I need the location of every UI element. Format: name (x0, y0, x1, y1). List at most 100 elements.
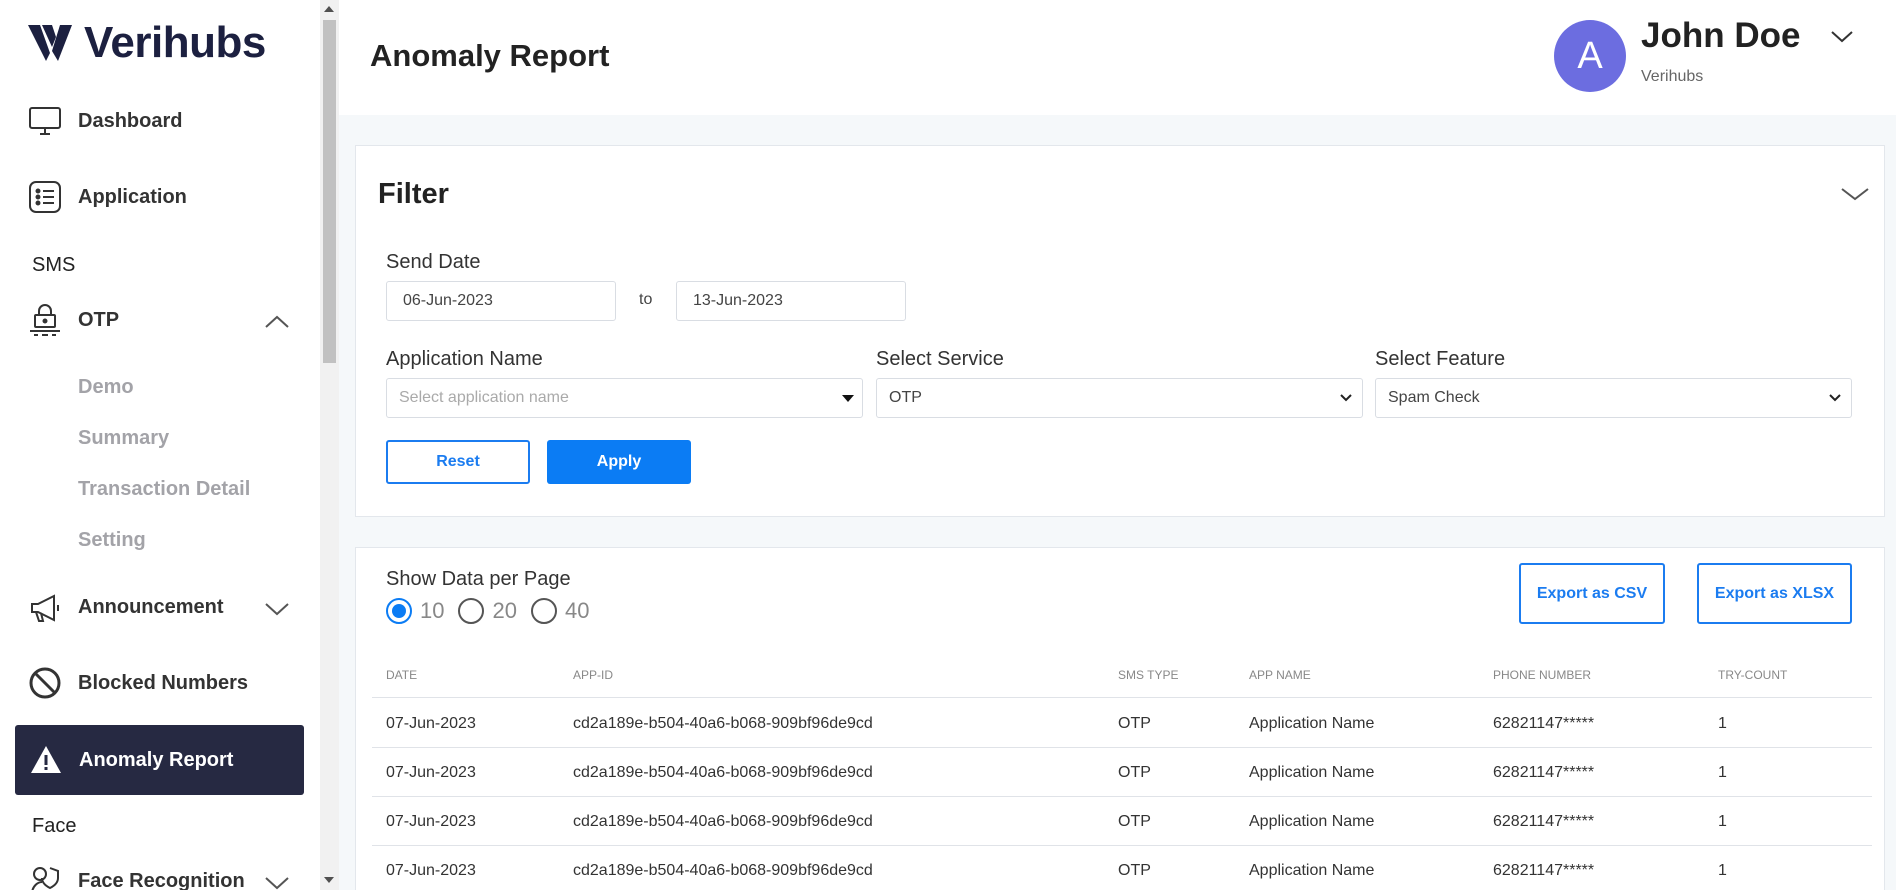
filter-card: Filter Send Date 06-Jun-2023 to 13-Jun-2… (355, 145, 1885, 517)
sidebar-item-label: Blocked Numbers (78, 671, 249, 694)
application-name-select[interactable]: Select application name (386, 378, 863, 418)
radio-label: 40 (564, 598, 590, 623)
sidebar-item-label: Application (78, 185, 187, 208)
brand-name: Verihubs (84, 18, 266, 67)
column-header-app-name: APP NAME (1249, 668, 1311, 682)
service-select-value: OTP (889, 389, 922, 406)
cell-date: 07-Jun-2023 (386, 764, 476, 781)
table-row[interactable]: 07-Jun-2023 cd2a189e-b504-40a6-b068-909b… (372, 699, 1872, 748)
feature-select-value: Spam Check (1388, 389, 1480, 406)
radio-label: 10 (420, 598, 445, 623)
cell-date: 07-Jun-2023 (386, 813, 476, 830)
per-page-option-20[interactable]: 20 (458, 598, 517, 624)
reset-button[interactable]: Reset (386, 440, 530, 484)
radio-button[interactable] (530, 598, 557, 624)
cell-try-count: 1 (1718, 715, 1727, 732)
data-table-card: Show Data per Page 10 20 40 Export as CS… (355, 547, 1885, 890)
cell-phone-number: 62821147***** (1493, 813, 1595, 830)
warning-icon (31, 746, 61, 773)
sidebar-item-label: OTP (78, 308, 120, 331)
column-header-sms-type: SMS TYPE (1118, 668, 1179, 682)
scroll-down-arrow-icon[interactable] (324, 877, 334, 883)
sidebar-subitem-demo[interactable]: Demo (78, 376, 134, 399)
sidebar-item-anomaly-report[interactable]: Anomaly Report (15, 725, 304, 795)
blocked-icon (29, 667, 61, 699)
sidebar-item-label: Face Recognition (78, 869, 245, 890)
chevron-down-icon[interactable] (264, 875, 290, 890)
chevron-down-icon (1829, 394, 1841, 402)
verihubs-logo[interactable]: Verihubs (28, 18, 266, 68)
cell-app-id: cd2a189e-b504-40a6-b068-909bf96de9cd (573, 715, 873, 732)
megaphone-icon (31, 594, 59, 622)
cell-sms-type: OTP (1118, 862, 1151, 879)
application-name-label: Application Name (386, 348, 543, 370)
application-name-placeholder: Select application name (399, 389, 569, 406)
cell-app-name: Application Name (1249, 764, 1375, 781)
otp-icon (30, 304, 60, 336)
table-row[interactable]: 07-Jun-2023 cd2a189e-b504-40a6-b068-909b… (372, 748, 1872, 797)
feature-select[interactable]: Spam Check (1375, 378, 1852, 418)
cell-try-count: 1 (1718, 764, 1727, 781)
table-row[interactable]: 07-Jun-2023 cd2a189e-b504-40a6-b068-909b… (372, 846, 1872, 890)
per-page-option-40[interactable]: 40 (530, 598, 590, 624)
cell-phone-number: 62821147***** (1493, 715, 1595, 732)
per-page-option-10[interactable]: 10 (386, 598, 444, 624)
sidebar-subitem-transaction-detail[interactable]: Transaction Detail (78, 478, 250, 501)
sidebar-subitem-setting[interactable]: Setting (78, 529, 146, 552)
cell-date: 07-Jun-2023 (386, 862, 476, 879)
user-menu-chevron-icon[interactable] (1830, 30, 1854, 44)
user-org: Verihubs (1641, 68, 1704, 85)
select-feature-label: Select Feature (1375, 348, 1506, 370)
sidebar-item-label: Announcement (78, 595, 224, 618)
cell-sms-type: OTP (1118, 715, 1151, 732)
sidebar-item-dashboard[interactable]: Dashboard (28, 104, 182, 138)
cell-app-id: cd2a189e-b504-40a6-b068-909bf96de9cd (573, 813, 873, 830)
sidebar-item-label: Dashboard (78, 109, 183, 132)
chevron-up-icon[interactable] (264, 314, 290, 330)
column-header-date: DATE (386, 668, 418, 682)
per-page-label: Show Data per Page (386, 568, 571, 590)
chevron-down-icon (1340, 394, 1352, 402)
radio-label: 20 (492, 598, 517, 623)
list-icon (29, 181, 61, 213)
sidebar-item-face-recognition[interactable]: Face Recognition (28, 864, 245, 890)
cell-try-count: 1 (1718, 862, 1727, 879)
column-header-phone-number: PHONE NUMBER (1493, 668, 1592, 682)
page-title: Anomaly Report (370, 38, 610, 73)
service-select[interactable]: OTP (876, 378, 1363, 418)
send-date-label: Send Date (386, 251, 481, 273)
apply-button[interactable]: Apply (547, 440, 691, 484)
date-to-separator: to (639, 291, 653, 308)
section-face: Face (32, 815, 77, 837)
export-xlsx-button[interactable]: Export as XLSX (1697, 563, 1852, 624)
cell-sms-type: OTP (1118, 813, 1151, 830)
face-shield-icon (31, 867, 59, 890)
caret-down-icon (842, 395, 854, 402)
filter-title: Filter (378, 178, 449, 210)
cell-app-name: Application Name (1249, 715, 1375, 732)
chevron-down-icon[interactable] (264, 601, 290, 617)
scroll-thumb[interactable] (323, 20, 336, 363)
sidebar-item-announcement[interactable]: Announcement (28, 590, 224, 624)
filter-collapse-chevron-icon[interactable] (1840, 186, 1870, 202)
sidebar-scrollbar[interactable] (320, 0, 339, 890)
user-name[interactable]: John Doe (1641, 16, 1800, 56)
avatar[interactable]: A (1554, 20, 1626, 92)
radio-button[interactable] (458, 598, 485, 624)
date-from-input[interactable]: 06-Jun-2023 (386, 281, 616, 321)
sidebar: Verihubs Dashboard Application SMS OTP D… (0, 0, 320, 890)
monitor-icon (29, 107, 61, 135)
column-header-try-count: TRY-COUNT (1718, 668, 1788, 682)
table-row[interactable]: 07-Jun-2023 cd2a189e-b504-40a6-b068-909b… (372, 797, 1872, 846)
cell-phone-number: 62821147***** (1493, 764, 1595, 781)
sidebar-item-blocked-numbers[interactable]: Blocked Numbers (28, 666, 248, 700)
radio-button[interactable] (386, 598, 412, 624)
sidebar-item-application[interactable]: Application (28, 180, 187, 214)
sidebar-item-otp[interactable]: OTP (28, 303, 119, 337)
date-to-input[interactable]: 13-Jun-2023 (676, 281, 906, 321)
scroll-up-arrow-icon[interactable] (324, 6, 334, 12)
column-header-app-id: APP-ID (573, 668, 614, 682)
export-csv-button[interactable]: Export as CSV (1519, 563, 1665, 624)
cell-try-count: 1 (1718, 813, 1727, 830)
sidebar-subitem-summary[interactable]: Summary (78, 427, 169, 450)
